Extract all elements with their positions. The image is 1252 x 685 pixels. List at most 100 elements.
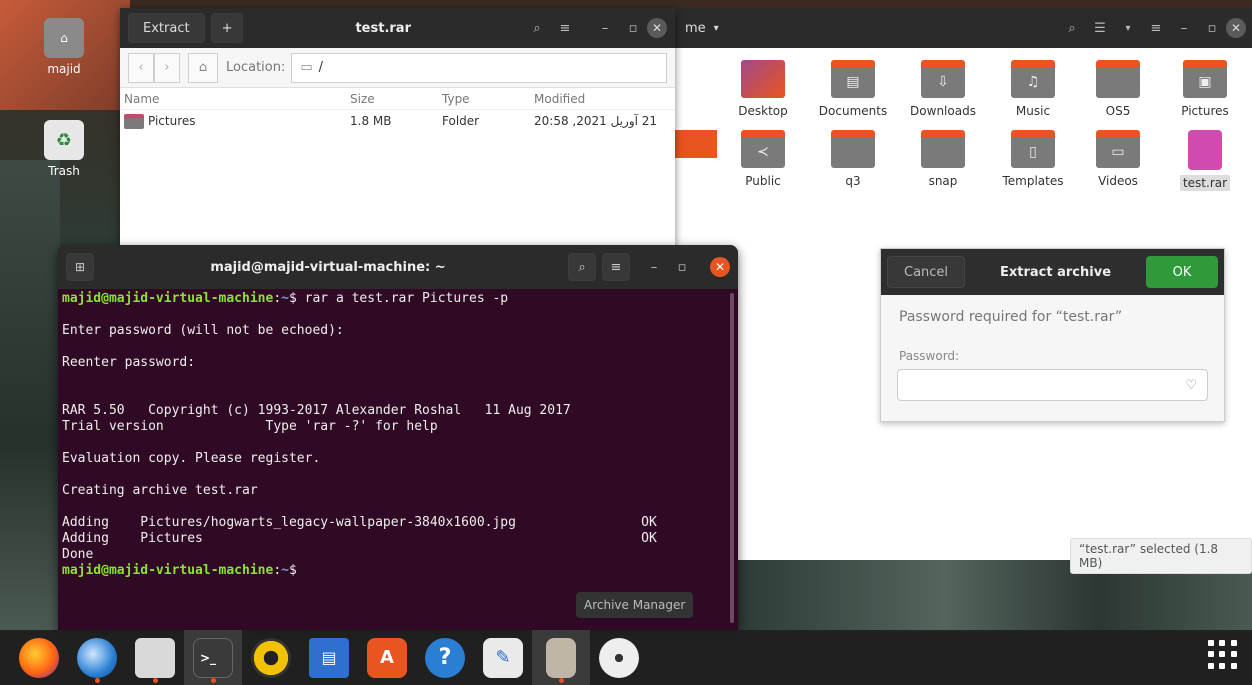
menu-icon[interactable]: ≡: [602, 253, 630, 281]
dock-thunderbird[interactable]: [68, 630, 126, 685]
maximize-icon[interactable]: ▫: [1198, 14, 1226, 42]
desktop-home-icon[interactable]: ⌂ majid: [34, 18, 94, 76]
snap-folder-icon: [921, 130, 965, 168]
terminal-line: Enter password (will not be echoed):: [62, 323, 344, 338]
dock-text-editor[interactable]: ✎: [474, 630, 532, 685]
folder-label: Videos: [1098, 174, 1138, 188]
password-input[interactable]: ♡: [897, 369, 1208, 401]
location-field[interactable]: ▭ /: [291, 52, 667, 83]
trash-icon: ♻: [44, 120, 84, 160]
maximize-icon[interactable]: ▫: [668, 253, 696, 281]
add-files-button[interactable]: +: [210, 13, 244, 43]
folder-public[interactable]: ≺ Public: [720, 130, 806, 188]
folder-q3[interactable]: q3: [810, 130, 896, 188]
dock-rhythmbox[interactable]: [242, 630, 300, 685]
dock-writer[interactable]: ▤: [300, 630, 358, 685]
col-modified[interactable]: Modified: [534, 92, 674, 106]
desktop-home-label: majid: [47, 62, 81, 76]
minimize-icon[interactable]: –: [1170, 14, 1198, 42]
close-icon[interactable]: ✕: [710, 257, 730, 277]
dock-firefox[interactable]: [10, 630, 68, 685]
help-icon: ?: [425, 637, 465, 678]
file-test-rar[interactable]: test.rar: [1162, 130, 1248, 191]
minimize-icon[interactable]: –: [591, 14, 619, 42]
show-applications-icon[interactable]: [1208, 640, 1238, 670]
col-name[interactable]: Name: [120, 92, 350, 106]
col-size[interactable]: Size: [350, 92, 442, 106]
folder-icon: [124, 113, 144, 129]
chevron-down-icon[interactable]: ▾: [714, 23, 719, 34]
running-indicator: [94, 678, 100, 683]
terminal-line: Adding Pictures/hogwarts_legacy-wallpape…: [62, 515, 657, 530]
folder-label: q3: [845, 174, 861, 188]
search-icon[interactable]: ⌕: [1058, 14, 1086, 42]
folder-os5[interactable]: OS5: [1075, 60, 1161, 118]
desktop-trash-label: Trash: [48, 164, 80, 178]
home-folder-icon: ⌂: [44, 18, 84, 58]
terminal-output[interactable]: majid@majid-virtual-machine:~$ rar a tes…: [58, 289, 738, 581]
row-size: 1.8 MB: [350, 114, 392, 128]
folder-documents[interactable]: ▤ Documents: [810, 60, 896, 118]
dialog-header: Cancel Extract archive OK: [881, 249, 1224, 295]
terminal-line: Adding Pictures OK: [62, 531, 657, 546]
new-tab-icon[interactable]: ⊞: [66, 253, 94, 281]
dock-tooltip: Archive Manager: [576, 592, 694, 618]
terminal-icon: >_: [193, 637, 233, 678]
row-type: Folder: [442, 114, 480, 128]
terminal-line: Reenter password:: [62, 355, 196, 370]
dock-software[interactable]: A: [358, 630, 416, 685]
menu-icon[interactable]: ≡: [551, 14, 579, 42]
extract-button[interactable]: Extract: [128, 13, 205, 43]
minimize-icon[interactable]: –: [640, 253, 668, 281]
close-icon[interactable]: ✕: [647, 18, 667, 38]
dock-help[interactable]: ?: [416, 630, 474, 685]
table-row[interactable]: Pictures 1.8 MB Folder 21 آوریل 2021, 20…: [120, 110, 675, 132]
terminal-header: ⊞ majid@majid-virtual-machine: ~ ⌕ ≡ – ▫…: [58, 245, 738, 289]
dock-files[interactable]: [126, 630, 184, 685]
downloads-folder-icon: ⇩: [921, 60, 965, 98]
column-headers: Name Size Type Modified: [120, 88, 675, 110]
dock-archive-manager[interactable]: [532, 630, 590, 685]
home-icon[interactable]: ⌂: [188, 52, 218, 83]
folder-downloads[interactable]: ⇩ Downloads: [900, 60, 986, 118]
music-folder-icon: ♫: [1011, 60, 1055, 98]
back-button[interactable]: ‹: [128, 52, 154, 83]
search-icon[interactable]: ⌕: [568, 253, 596, 281]
col-type[interactable]: Type: [442, 92, 534, 106]
view-list-icon[interactable]: ☰: [1086, 14, 1114, 42]
terminal-scrollbar[interactable]: [730, 293, 734, 623]
dock-terminal[interactable]: >_: [184, 630, 242, 685]
close-icon[interactable]: ✕: [1226, 18, 1246, 38]
folder-music[interactable]: ♫ Music: [990, 60, 1076, 118]
sidebar-selected-item[interactable]: [675, 130, 717, 158]
location-value: /: [318, 60, 324, 75]
folder-desktop[interactable]: Desktop: [720, 60, 806, 118]
files-icon: [135, 637, 175, 678]
location-label: Location:: [226, 60, 286, 75]
shield-icon[interactable]: ♡: [1185, 378, 1197, 393]
folder-pictures[interactable]: ▣ Pictures: [1162, 60, 1248, 118]
cancel-button[interactable]: Cancel: [887, 256, 966, 288]
terminal-line: Creating archive test.rar: [62, 483, 258, 498]
folder-outline-icon: ▭: [300, 60, 313, 75]
password-label: Password:: [899, 349, 960, 363]
folder-videos[interactable]: ▭ Videos: [1075, 130, 1161, 188]
running-indicator: [152, 678, 158, 683]
firefox-icon: [19, 637, 59, 678]
menu-icon[interactable]: ≡: [1142, 14, 1170, 42]
archive-manager-window: Extract + test.rar ⌕ ≡ – ▫ ✕ ‹ › ⌂ Locat…: [120, 8, 675, 253]
terminal-line: Done: [62, 547, 94, 562]
archive-title: test.rar: [355, 20, 411, 36]
maximize-icon[interactable]: ▫: [619, 14, 647, 42]
forward-button[interactable]: ›: [154, 52, 180, 83]
prompt-user: majid@majid-virtual-machine: [62, 291, 274, 306]
password-required-text: Password required for “test.rar”: [899, 309, 1123, 325]
dock-dvd[interactable]: [590, 630, 648, 685]
desktop-trash-icon[interactable]: ♻ Trash: [34, 120, 94, 178]
desktop-folder-icon: [741, 60, 785, 98]
search-icon[interactable]: ⌕: [523, 14, 551, 42]
folder-templates[interactable]: ▯ Templates: [990, 130, 1076, 188]
ok-button[interactable]: OK: [1146, 256, 1218, 288]
folder-snap[interactable]: snap: [900, 130, 986, 188]
view-options-chevron-icon[interactable]: ▾: [1114, 14, 1142, 42]
